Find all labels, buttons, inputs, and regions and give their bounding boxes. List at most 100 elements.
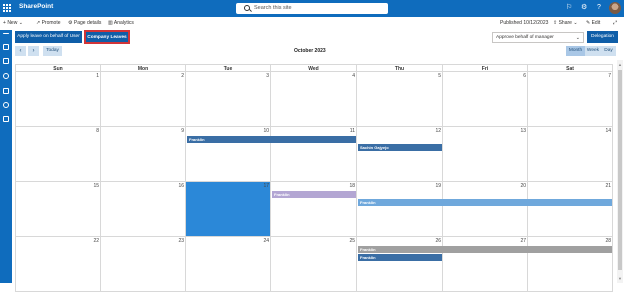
files-icon[interactable]	[3, 88, 9, 94]
day-number: 20	[520, 183, 526, 189]
day-cell[interactable]: 2	[101, 72, 186, 127]
day-number: 3	[266, 73, 269, 79]
search-input[interactable]: Search this site	[254, 5, 292, 11]
day-cell[interactable]: 4	[271, 72, 357, 127]
app-name[interactable]: SharePoint	[19, 3, 53, 10]
weekday-header: Sun	[15, 64, 101, 72]
day-cell[interactable]: 12	[357, 127, 443, 182]
delegation-button[interactable]: Delegation	[587, 31, 618, 43]
share-button[interactable]: ⇪ Share ⌄	[553, 20, 578, 26]
calendar-event[interactable]: Franklin	[187, 136, 356, 143]
day-number: 15	[93, 183, 99, 189]
calendar-title: October 2023	[294, 48, 326, 54]
company-leaves-button[interactable]: Company Leaves	[84, 30, 130, 44]
edit-button[interactable]: ✎ Edit	[586, 20, 600, 26]
day-number: 19	[435, 183, 441, 189]
weekday-header: Thu	[357, 64, 443, 72]
day-cell[interactable]: 3	[186, 72, 271, 127]
weekday-header: Fri	[443, 64, 528, 72]
day-number: 13	[520, 128, 526, 134]
pencil-icon: ✎	[586, 20, 591, 26]
share-icon: ⇪	[553, 20, 558, 26]
day-number: 26	[435, 238, 441, 244]
today-button[interactable]: Today	[43, 46, 62, 56]
megaphone-icon[interactable]: ⚐	[566, 4, 572, 12]
day-cell[interactable]: 21	[528, 182, 613, 237]
day-cell[interactable]: 19	[357, 182, 443, 237]
app-bar	[0, 30, 12, 283]
day-number: 9	[181, 128, 184, 134]
day-cell[interactable]: 15	[15, 182, 101, 237]
gear-icon: ⚙	[68, 20, 73, 26]
day-cell[interactable]: 8	[15, 127, 101, 182]
day-number: 4	[352, 73, 355, 79]
calendar-event[interactable]: Franklin	[358, 254, 442, 261]
scrollbar-thumb[interactable]	[618, 70, 622, 270]
home-icon[interactable]	[3, 44, 9, 50]
apply-leave-button[interactable]: Apply leave on behalf of User	[15, 31, 82, 43]
day-number: 2	[181, 73, 184, 79]
weekday-header: Sat	[528, 64, 613, 72]
day-number: 10	[263, 128, 269, 134]
settings-icon[interactable]: ⚙	[581, 4, 587, 12]
calendar-event[interactable]: Franklin	[358, 199, 612, 206]
day-cell[interactable]: 14	[528, 127, 613, 182]
news-icon[interactable]	[3, 73, 9, 79]
menu-icon[interactable]	[3, 33, 9, 34]
day-number: 17	[263, 183, 269, 189]
day-cell[interactable]: 5	[357, 72, 443, 127]
create-icon[interactable]	[3, 116, 9, 122]
day-number: 24	[263, 238, 269, 244]
chevron-down-icon: ⌄	[575, 35, 580, 41]
day-cell[interactable]: 7	[528, 72, 613, 127]
view-day-button[interactable]: Day	[601, 46, 616, 56]
day-number: 25	[349, 238, 355, 244]
day-cell[interactable]: 24	[186, 237, 271, 292]
sites-icon[interactable]	[3, 58, 9, 64]
day-number: 1	[96, 73, 99, 79]
day-number: 16	[178, 183, 184, 189]
suite-header: SharePoint Search this site ⚐ ⚙ ?	[0, 0, 624, 17]
new-button[interactable]: + New ⌄	[3, 20, 23, 26]
chart-icon: ▥	[108, 20, 113, 26]
page-details-button[interactable]: ⚙ Page details	[68, 20, 101, 26]
view-month-button[interactable]: Month	[566, 46, 585, 56]
day-cell[interactable]: 16	[101, 182, 186, 237]
day-cell[interactable]: 1	[15, 72, 101, 127]
published-status: Published 10/12/2023	[500, 20, 549, 26]
waffle-icon[interactable]	[3, 4, 11, 12]
chevron-down-icon: ⌄	[18, 20, 23, 26]
day-cell[interactable]: 6	[443, 72, 528, 127]
day-cell[interactable]: 25	[271, 237, 357, 292]
search-box[interactable]: Search this site	[236, 3, 388, 14]
calendar-event[interactable]: Franklin	[272, 191, 356, 198]
day-number: 27	[520, 238, 526, 244]
calendar-event[interactable]: Sachin Gajyejo	[358, 144, 442, 151]
vertical-scrollbar[interactable]: ▲ ▼	[617, 60, 623, 283]
prev-month-button[interactable]: ‹	[15, 46, 26, 56]
day-number: 8	[96, 128, 99, 134]
calendar-event[interactable]: Franklin	[358, 246, 612, 253]
day-cell[interactable]: 23	[101, 237, 186, 292]
analytics-button[interactable]: ▥ Analytics	[108, 20, 134, 26]
day-cell[interactable]: 17	[186, 182, 271, 237]
scroll-down-icon[interactable]: ▼	[618, 276, 622, 281]
day-cell[interactable]: 20	[443, 182, 528, 237]
day-number: 11	[349, 128, 355, 134]
day-cell[interactable]: 22	[15, 237, 101, 292]
view-week-button[interactable]: Week	[585, 46, 601, 56]
promote-icon: ↗	[36, 20, 41, 26]
next-month-button[interactable]: ›	[28, 46, 39, 56]
day-cell[interactable]: 9	[101, 127, 186, 182]
collapse-icon[interactable]: ⤢	[613, 20, 617, 26]
chevron-down-icon: ⌄	[573, 20, 578, 26]
promote-button[interactable]: ↗ Promote	[36, 20, 61, 26]
approve-select-value: Approve behalf of manager	[496, 35, 554, 40]
approve-behalf-select[interactable]: Approve behalf of manager ⌄	[492, 32, 584, 43]
scroll-up-icon[interactable]: ▲	[618, 62, 622, 67]
weekday-header: Tue	[186, 64, 271, 72]
lists-icon[interactable]	[3, 102, 9, 108]
day-cell[interactable]: 13	[443, 127, 528, 182]
avatar[interactable]	[609, 2, 621, 14]
help-icon[interactable]: ?	[597, 4, 601, 12]
